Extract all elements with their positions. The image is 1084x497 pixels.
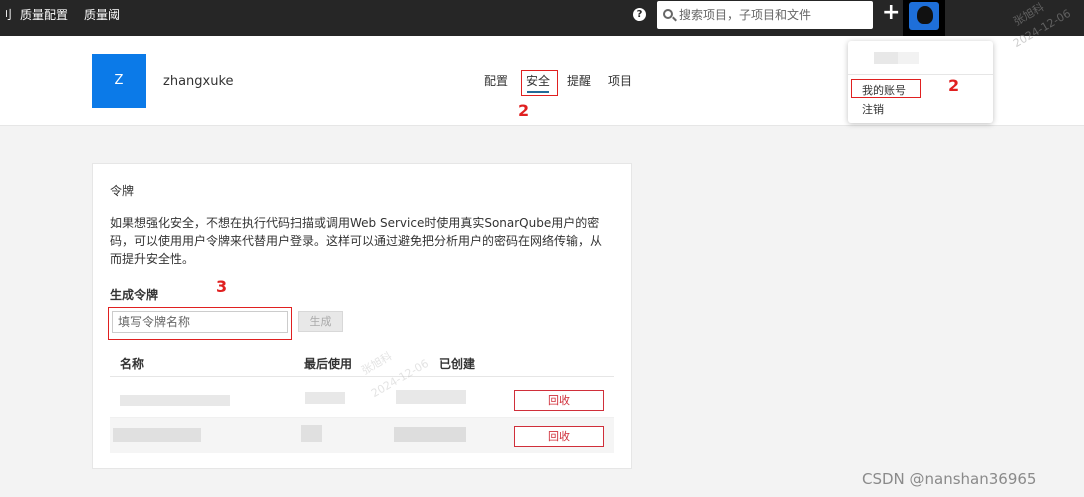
column-header-created: 已创建 <box>439 357 476 371</box>
column-header-last-used: 最后使用 <box>304 357 353 371</box>
generate-token-label: 生成令牌 <box>110 288 159 302</box>
search-box[interactable] <box>657 1 873 29</box>
blurred-token-name <box>113 428 201 442</box>
plus-icon[interactable]: + <box>882 2 900 24</box>
tab-projects[interactable]: 项目 <box>608 72 632 89</box>
avatar: Z <box>92 54 146 108</box>
table-header-divider <box>110 376 614 377</box>
tokens-title: 令牌 <box>110 184 135 198</box>
menu-item-my-account[interactable]: 我的账号 <box>862 82 906 98</box>
generate-button[interactable]: 生成 <box>298 311 343 332</box>
user-menu-button[interactable] <box>903 0 945 36</box>
blurred-token-name <box>120 395 230 406</box>
revoke-button[interactable]: 回收 <box>514 390 604 411</box>
annotation-dropdown-marker: 2 <box>948 76 960 95</box>
menu-item-logout[interactable]: 注销 <box>862 101 884 117</box>
search-input[interactable] <box>679 1 869 29</box>
csdn-watermark: CSDN @nanshan36965 <box>862 470 1037 488</box>
blurred-created <box>396 390 466 404</box>
question-circle-icon[interactable]: ? <box>633 8 646 21</box>
nav-item-quality-profiles[interactable]: 质量配置 <box>20 0 68 30</box>
user-avatar-icon <box>909 2 939 30</box>
nav-item-partial[interactable]: 刂 <box>0 0 12 30</box>
nav-item-quality-gates[interactable]: 质量阈 <box>84 0 120 30</box>
revoke-button[interactable]: 回收 <box>514 426 604 447</box>
column-header-name: 名称 <box>120 357 145 371</box>
annotation-tab-marker: 2 <box>518 101 530 120</box>
annotation-generate-marker: 3 <box>216 277 228 296</box>
blurred-last-used <box>301 425 322 442</box>
token-name-input[interactable] <box>112 311 288 333</box>
search-icon <box>663 9 673 19</box>
blurred-last-used <box>305 392 345 404</box>
tab-profile[interactable]: 配置 <box>484 72 508 89</box>
blurred-username-core <box>874 52 898 64</box>
tab-notifications[interactable]: 提醒 <box>567 72 591 89</box>
dropdown-divider <box>848 74 993 75</box>
blurred-created <box>394 427 466 442</box>
active-tab-indicator <box>527 91 549 93</box>
username: zhangxuke <box>163 74 234 89</box>
tokens-description: 如果想强化安全，不想在执行代码扫描或调用Web Service时使用真实Sona… <box>110 216 603 266</box>
